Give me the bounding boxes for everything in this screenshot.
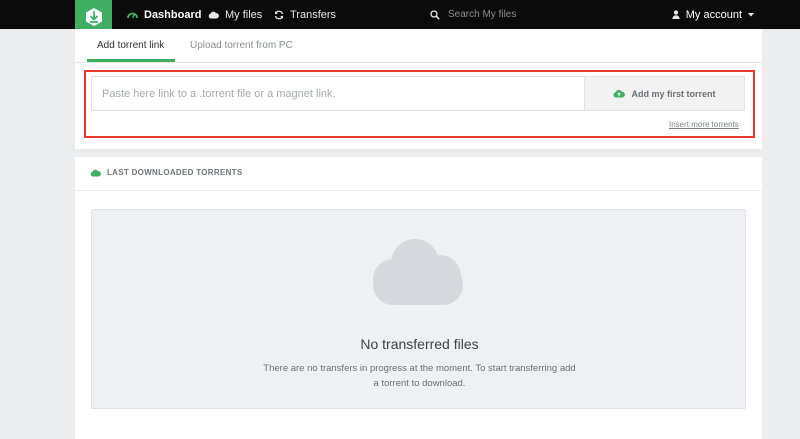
section-header: LAST DOWNLOADED TORRENTS [90, 168, 243, 177]
tabs-divider [75, 62, 762, 63]
downloads-panel: LAST DOWNLOADED TORRENTS No transferred … [75, 157, 762, 439]
torrent-tabs: Add torrent link Upload torrent from PC [75, 29, 762, 53]
top-navbar: Dashboard My files Transfers My account [0, 0, 800, 33]
cloud-upload-icon [614, 89, 626, 98]
account-label: My account [685, 8, 742, 21]
section-title: LAST DOWNLOADED TORRENTS [107, 168, 243, 177]
nav-transfers[interactable]: Transfers [274, 0, 336, 29]
torrent-link-input[interactable] [91, 76, 586, 111]
nav-dashboard[interactable]: Dashboard [127, 0, 201, 29]
search-icon[interactable] [430, 9, 440, 20]
empty-state: No transferred files There are no transf… [91, 209, 746, 409]
dashboard-icon [127, 12, 138, 19]
add-torrent-panel: Add torrent link Upload torrent from PC … [75, 29, 762, 149]
empty-state-title: No transferred files [360, 336, 479, 352]
caret-down-icon [748, 12, 754, 16]
tab-upload-torrent[interactable]: Upload torrent from PC [190, 40, 293, 64]
search-bar [430, 0, 568, 29]
section-divider [75, 190, 762, 191]
user-icon [672, 10, 680, 19]
nav-my-files-label: My files [225, 8, 263, 21]
cloud-icon [90, 169, 101, 176]
nav-dashboard-label: Dashboard [144, 8, 202, 21]
cloud-icon [208, 11, 219, 18]
nav-my-files[interactable]: My files [208, 0, 262, 29]
nav-transfers-label: Transfers [290, 8, 337, 21]
empty-cloud-icon [373, 239, 463, 305]
insert-more-torrents-link[interactable]: Insert more torrents [669, 120, 739, 129]
add-torrent-button[interactable]: Add my first torrent [584, 76, 745, 111]
logo-icon [85, 7, 102, 26]
add-torrent-button-label: Add my first torrent [631, 88, 716, 99]
refresh-icon [274, 10, 284, 19]
account-menu[interactable]: My account [672, 0, 754, 29]
search-input[interactable] [448, 9, 568, 20]
empty-state-description: There are no transfers in progress at th… [263, 363, 576, 389]
